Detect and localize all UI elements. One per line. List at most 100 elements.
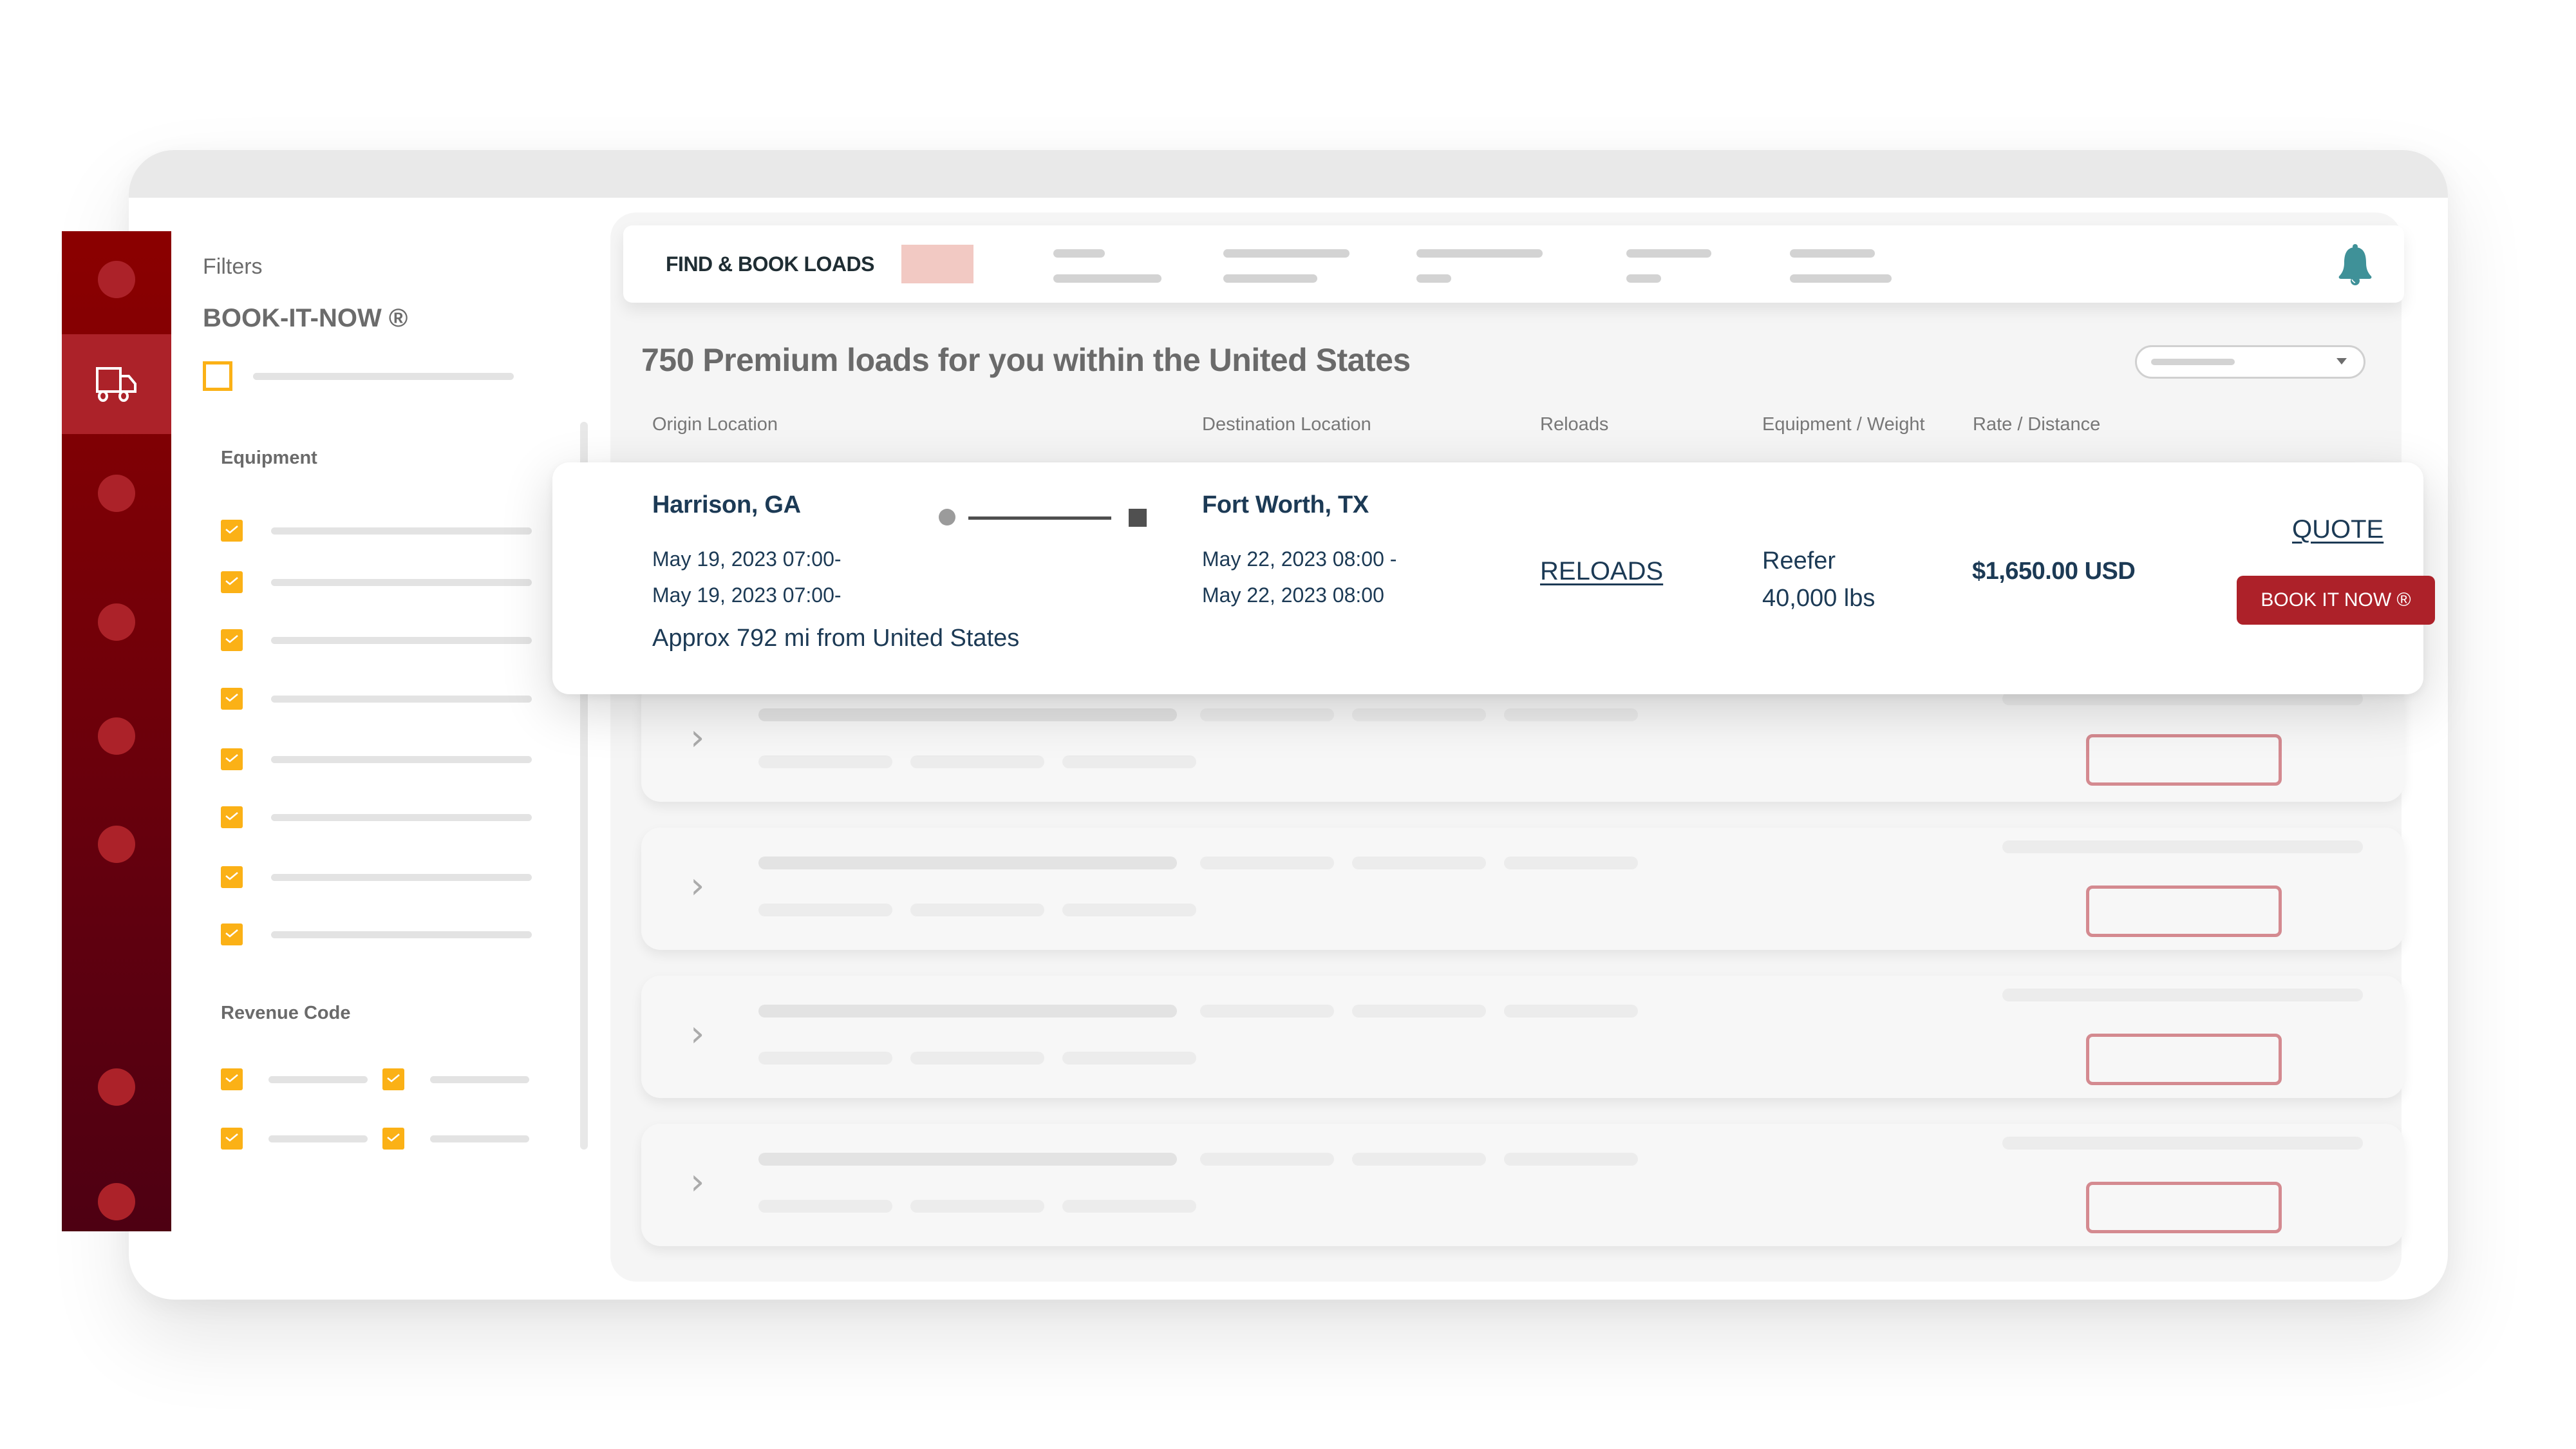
revenue-code-option[interactable] xyxy=(382,1128,529,1150)
text-placeholder xyxy=(1200,708,1334,721)
equipment-option[interactable] xyxy=(221,866,532,888)
book-it-now-option[interactable] xyxy=(203,361,514,391)
check-icon xyxy=(225,811,239,824)
chevron-right-icon[interactable]: › xyxy=(690,1161,704,1203)
origin-date-start: May 19, 2023 07:00- xyxy=(652,547,841,571)
chevron-down-icon xyxy=(2336,358,2347,365)
nav-item-loads[interactable] xyxy=(62,334,171,434)
load-card-placeholder[interactable]: › xyxy=(641,679,2404,802)
destination-marker-icon xyxy=(1129,509,1147,527)
nav-link-placeholder[interactable] xyxy=(1790,274,1892,283)
text-placeholder xyxy=(1352,1153,1486,1166)
revenue-code-checkbox[interactable] xyxy=(382,1128,404,1150)
chevron-right-icon[interactable]: › xyxy=(690,717,704,759)
chevron-right-icon[interactable]: › xyxy=(690,865,704,907)
revenue-code-section-label: Revenue Code xyxy=(221,1003,351,1023)
column-header-equipment-weight[interactable]: Equipment / Weight xyxy=(1762,414,1925,435)
bell-icon[interactable] xyxy=(2336,242,2374,287)
option-label-placeholder xyxy=(271,755,532,763)
reloads-link[interactable]: RELOADS xyxy=(1540,557,1663,586)
filters-title: Filters xyxy=(203,254,263,279)
text-placeholder xyxy=(1062,1200,1196,1213)
revenue-code-option[interactable] xyxy=(221,1068,368,1090)
equipment-option[interactable] xyxy=(221,923,532,945)
nav-link-placeholder[interactable] xyxy=(1416,249,1543,258)
text-placeholder xyxy=(1504,1153,1638,1166)
load-card-placeholder[interactable]: › xyxy=(641,1124,2404,1246)
equipment-type: Reefer xyxy=(1762,547,1836,574)
nav-dot-icon[interactable] xyxy=(98,717,135,755)
load-rate: $1,650.00 USD xyxy=(1972,558,2136,585)
book-it-now-button[interactable]: BOOK IT NOW ® xyxy=(2237,576,2435,625)
text-placeholder xyxy=(1200,1153,1334,1166)
revenue-code-checkbox[interactable] xyxy=(382,1068,404,1090)
featured-load-card[interactable]: Harrison, GA May 19, 2023 07:00- May 19,… xyxy=(552,462,2435,694)
quote-link[interactable]: QUOTE xyxy=(2292,515,2383,544)
option-label-placeholder xyxy=(271,695,532,703)
nav-dot-icon[interactable] xyxy=(98,1068,135,1106)
equipment-option[interactable] xyxy=(221,571,532,593)
book-it-now-checkbox[interactable] xyxy=(203,361,232,391)
revenue-code-option[interactable] xyxy=(382,1068,529,1090)
check-icon xyxy=(386,1073,400,1086)
check-icon xyxy=(225,1073,239,1086)
nav-link-placeholder[interactable] xyxy=(1053,249,1105,258)
action-button-placeholder[interactable] xyxy=(2086,1034,2282,1085)
equipment-checkbox[interactable] xyxy=(221,923,243,945)
check-icon xyxy=(225,692,239,706)
check-icon xyxy=(225,928,239,942)
equipment-checkbox[interactable] xyxy=(221,629,243,651)
option-label-placeholder xyxy=(268,1135,368,1142)
nav-link-placeholder[interactable] xyxy=(1416,274,1451,283)
nav-link-placeholder[interactable] xyxy=(1223,249,1349,258)
column-header-origin[interactable]: Origin Location xyxy=(652,414,778,435)
equipment-checkbox[interactable] xyxy=(221,688,243,710)
text-placeholder xyxy=(910,1052,1044,1065)
action-button-placeholder[interactable] xyxy=(2086,734,2282,786)
action-button-placeholder[interactable] xyxy=(2086,1182,2282,1233)
equipment-checkbox[interactable] xyxy=(221,520,243,542)
equipment-checkbox[interactable] xyxy=(221,866,243,888)
column-header-reloads[interactable]: Reloads xyxy=(1540,414,1608,435)
equipment-option[interactable] xyxy=(221,748,532,770)
equipment-checkbox[interactable] xyxy=(221,748,243,770)
nav-link-placeholder[interactable] xyxy=(1626,274,1661,283)
nav-link-placeholder[interactable] xyxy=(1790,249,1875,258)
text-placeholder xyxy=(2002,840,2363,853)
load-card-placeholder[interactable]: › xyxy=(641,828,2404,950)
filters-panel: Filters BOOK-IT-NOW ® xyxy=(203,254,589,333)
equipment-option[interactable] xyxy=(221,520,532,542)
load-card-placeholder[interactable]: › xyxy=(641,976,2404,1098)
equipment-option[interactable] xyxy=(221,806,532,828)
nav-dot-icon[interactable] xyxy=(98,475,135,512)
destination-city: Fort Worth, TX xyxy=(1202,491,1369,518)
action-button-placeholder[interactable] xyxy=(2086,886,2282,937)
nav-link-placeholder[interactable] xyxy=(1626,249,1711,258)
revenue-code-checkbox[interactable] xyxy=(221,1068,243,1090)
text-placeholder xyxy=(758,1153,1177,1166)
chevron-right-icon[interactable]: › xyxy=(690,1013,704,1055)
text-placeholder xyxy=(1200,1005,1334,1018)
equipment-checkbox[interactable] xyxy=(221,571,243,593)
text-placeholder xyxy=(2002,692,2363,705)
text-placeholder xyxy=(1352,857,1486,869)
text-placeholder xyxy=(758,904,892,916)
text-placeholder xyxy=(1504,857,1638,869)
nav-link-placeholder[interactable] xyxy=(1053,274,1161,283)
nav-dot-icon[interactable] xyxy=(98,261,135,298)
column-header-rate-distance[interactable]: Rate / Distance xyxy=(1973,414,2100,435)
revenue-code-checkbox[interactable] xyxy=(221,1128,243,1150)
text-placeholder xyxy=(2002,1137,2363,1150)
revenue-code-option[interactable] xyxy=(221,1128,368,1150)
sort-dropdown[interactable] xyxy=(2135,345,2365,379)
text-placeholder xyxy=(1504,1005,1638,1018)
equipment-option[interactable] xyxy=(221,629,532,651)
equipment-option[interactable] xyxy=(221,688,532,710)
nav-dot-icon[interactable] xyxy=(98,1183,135,1220)
option-label-placeholder xyxy=(271,873,532,881)
column-header-destination[interactable]: Destination Location xyxy=(1202,414,1371,435)
equipment-checkbox[interactable] xyxy=(221,806,243,828)
nav-dot-icon[interactable] xyxy=(98,603,135,641)
nav-dot-icon[interactable] xyxy=(98,826,135,863)
nav-link-placeholder[interactable] xyxy=(1223,274,1317,283)
